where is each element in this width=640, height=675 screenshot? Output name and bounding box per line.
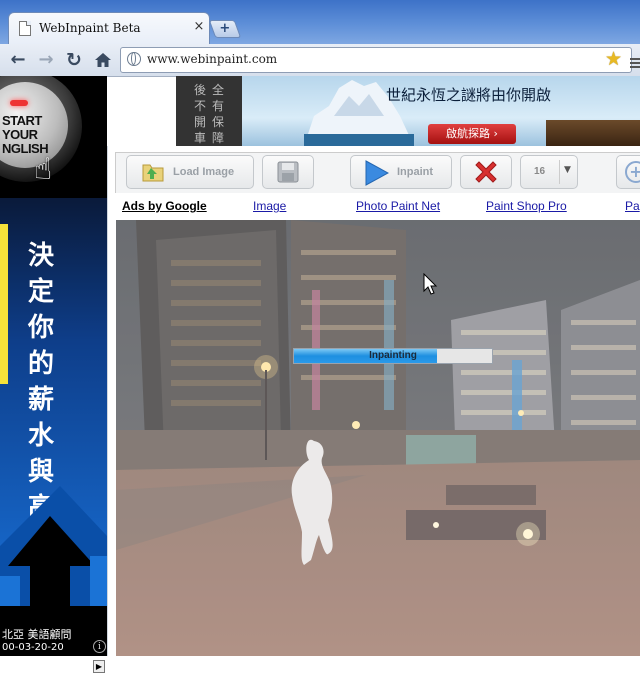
brush-size-select[interactable]: 16 ▼ [520, 155, 578, 189]
reload-button[interactable]: ↻ [62, 48, 86, 72]
url-text[interactable]: www.webinpaint.com [147, 52, 277, 66]
chevron-down-icon: ▼ [564, 165, 571, 175]
new-tab-button[interactable]: + [208, 20, 242, 38]
folder-icon [142, 164, 164, 182]
zoom-plus-icon: + [625, 161, 640, 183]
banner-vertical-text-1: 後不開車 [194, 83, 207, 145]
clear-mask-button[interactable] [460, 155, 512, 189]
red-led-icon [10, 100, 28, 106]
banner-left-panel: 後不開車 全有保障 [176, 76, 242, 146]
browser-toolbar: ← → ↻ www.webinpaint.com ★ [0, 44, 640, 77]
tab-webinpaint[interactable]: WebInpaint Beta × [8, 12, 210, 45]
tab-title: WebInpaint Beta [39, 21, 141, 35]
back-button[interactable]: ← [6, 48, 30, 72]
brush-size-value: 16 [534, 166, 546, 177]
red-x-icon [475, 161, 497, 183]
boat-image [546, 120, 640, 146]
load-image-label: Load Image [173, 166, 235, 178]
ad-phone: 00-03-20-20 [2, 642, 64, 653]
ad-company-name: 北亞 美語顧問 [2, 628, 72, 641]
banner-title: 世紀永恆之謎將由你開啟 [386, 86, 552, 104]
page-icon [19, 21, 31, 36]
hand-pointer-icon: ☝ [34, 152, 53, 187]
ad-link-photo-paint-net[interactable]: Photo Paint Net [356, 199, 440, 213]
left-ad-banner[interactable]: START YOUR NGLISH ☝ 決定你的薪水與高度 北亞 美語顧問 00… [0, 76, 107, 656]
progress-label: Inpainting [369, 350, 417, 361]
inpainting-progress-bar: Inpainting [293, 348, 493, 364]
floppy-disk-icon [277, 161, 299, 183]
globe-icon [127, 52, 141, 66]
top-banner-ad[interactable]: 後不開車 全有保障 世紀永恆之謎將由你開啟 啟航探路 › [176, 76, 640, 146]
browser-tab-strip: WebInpaint Beta × + [0, 0, 640, 45]
zoom-in-button[interactable]: + [616, 155, 640, 189]
tab-close-icon[interactable]: × [193, 20, 205, 34]
wrench-menu-icon[interactable] [630, 56, 640, 70]
home-icon [95, 53, 111, 67]
ad-link-paint-shop-pro[interactable]: Paint Shop Pro [486, 199, 567, 213]
forward-button[interactable]: → [34, 48, 58, 72]
up-arrow-graphic [0, 486, 107, 606]
inpaint-button[interactable]: Inpaint [350, 155, 452, 189]
photo-canvas[interactable]: Inpainting [116, 220, 640, 656]
select-divider [559, 160, 560, 184]
scroll-right-arrow-icon[interactable]: ▶ [93, 660, 105, 673]
play-icon [365, 160, 389, 186]
address-bar[interactable]: www.webinpaint.com ★ [120, 47, 632, 73]
bottom-strip [107, 656, 640, 675]
home-button[interactable] [91, 48, 115, 72]
ad-link-truncated[interactable]: Pa [625, 199, 640, 213]
ad-links-bar: Ads by Google Image Photo Paint Net Pain… [115, 196, 640, 216]
banner-vertical-text-2: 全有保障 [212, 83, 225, 145]
bookmark-star-icon[interactable]: ★ [605, 48, 622, 70]
ads-by-google-link[interactable]: Ads by Google [122, 199, 207, 213]
inpaint-toolbar: Load Image Inpaint 16 ▼ + [115, 152, 640, 193]
ad-link-image[interactable]: Image [253, 199, 286, 213]
inpaint-label: Inpaint [397, 166, 434, 178]
start-your-english-text: START YOUR NGLISH [2, 113, 49, 156]
mouse-cursor-icon [423, 273, 438, 295]
banner-cta-button[interactable]: 啟航探路 › [428, 124, 516, 144]
save-button[interactable] [262, 155, 314, 189]
load-image-button[interactable]: Load Image [126, 155, 254, 189]
city-night-photo [116, 220, 640, 656]
ad-yellow-stripe [0, 224, 8, 384]
plus-icon: + [219, 21, 231, 36]
ad-info-icon[interactable]: i [93, 640, 106, 653]
